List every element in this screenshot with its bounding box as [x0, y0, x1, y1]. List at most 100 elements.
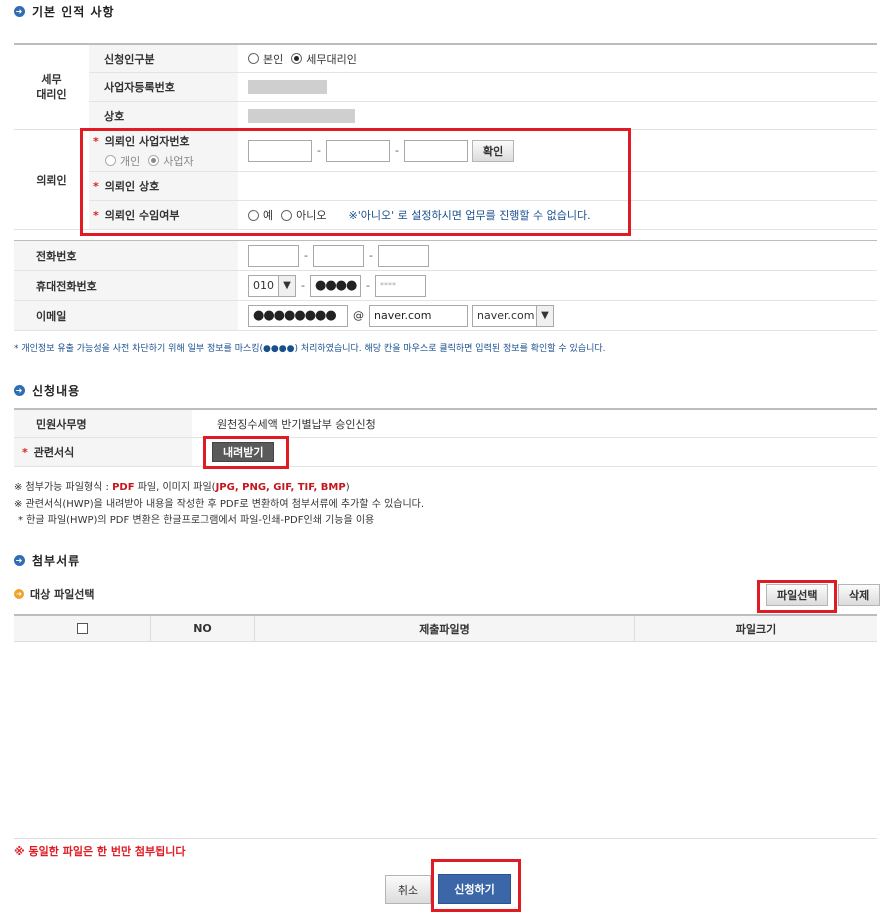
- client-name-row: * 의뢰인 상호: [89, 172, 877, 201]
- radio-business[interactable]: [148, 155, 160, 166]
- radio-self-label: 본인: [263, 52, 284, 66]
- section-title-request: ➜ 신청내용: [14, 384, 81, 398]
- client-bizno-row: * 의뢰인 사업자번호 개인 사업자 - - 확인: [89, 130, 877, 172]
- phone-inputs: - -: [248, 241, 429, 270]
- radio-no[interactable]: [281, 209, 293, 221]
- select-all-cell: [14, 616, 151, 641]
- client-consent-row: * 의뢰인 수임여부 예 아니오 ※'아니오' 로 설정하시면 업무를 진행할 수…: [89, 201, 877, 230]
- service-row: 민원사무명 원천징수세액 반기별납부 승인신청: [14, 410, 877, 438]
- phone-part2[interactable]: [312, 244, 364, 267]
- chevron-down-icon: ▼: [536, 305, 553, 326]
- email-at: @: [353, 309, 364, 322]
- service-value: 원천징수세액 반기별납부 승인신청: [217, 417, 376, 431]
- mobile-row: 휴대전화번호 010 ▼ - ●●●● - ****: [14, 271, 877, 301]
- phone-row: 전화번호 - -: [14, 241, 877, 271]
- email-select-value: naver.com: [477, 309, 535, 322]
- applicant-type-label: 신청인구분: [89, 45, 238, 72]
- note-line1-prefix: ※ 첨부가능 파일형식 :: [14, 482, 113, 493]
- mobile-inputs: 010 ▼ - ●●●● - ****: [248, 271, 426, 300]
- radio-yes[interactable]: [248, 209, 259, 221]
- client-bizno-part1[interactable]: [248, 139, 312, 162]
- dash-sep: -: [301, 279, 305, 292]
- privacy-note: * 개인정보 유출 가능성을 사전 차단하기 위해 일부 정보를 마스킹(●●●…: [14, 344, 606, 354]
- select-all-checkbox[interactable]: [76, 623, 88, 634]
- radio-business-label: 사업자: [163, 154, 194, 168]
- form-label: * 관련서식: [14, 438, 192, 466]
- radio-personal-label: 개인: [120, 154, 141, 168]
- agent-name-label: 상호: [89, 102, 238, 129]
- masked-agent-name: [248, 108, 355, 123]
- radio-no-label: 아니오: [296, 209, 327, 222]
- phone-part3[interactable]: [377, 244, 429, 267]
- col-filename: 제출파일명: [255, 616, 635, 641]
- agent-name-row: 상호: [89, 102, 877, 130]
- arrow-circle-icon: ➜: [14, 385, 25, 396]
- attach-subtitle: ➜ 대상 파일선택: [14, 586, 95, 602]
- service-label: 민원사무명: [14, 410, 192, 437]
- note-line3: * 한글 파일(HWP)의 PDF 변환은 한글프로그램에서 파일-인쇄-PDF…: [18, 515, 375, 526]
- dash-sep: -: [368, 249, 373, 262]
- agent-bizno-label: 사업자등록번호: [89, 73, 238, 101]
- client-consent-options: 예 아니오 ※'아니오' 로 설정하시면 업무를 진행할 수 없습니다.: [248, 201, 591, 229]
- client-bizno-inputs: - - 확인: [248, 130, 515, 171]
- note-line1-end: ): [345, 482, 350, 493]
- confirm-button[interactable]: 확인: [471, 139, 515, 162]
- client-bizno-part3[interactable]: [403, 139, 468, 162]
- client-consent-label: * 의뢰인 수임여부: [89, 201, 238, 229]
- mobile-label: 휴대전화번호: [14, 271, 238, 300]
- client-bizno-label: * 의뢰인 사업자번호: [93, 134, 190, 148]
- email-label: 이메일: [14, 301, 238, 330]
- dash-sep: -: [394, 144, 399, 157]
- arrow-circle-icon: ➜: [14, 589, 24, 599]
- phone-part1[interactable]: [248, 244, 299, 267]
- radio-agent-label: 세무대리인: [306, 52, 357, 66]
- col-filesize: 파일크기: [735, 622, 777, 636]
- client-type-options: 개인 사업자: [93, 153, 194, 169]
- radio-agent[interactable]: [291, 53, 303, 64]
- delete-button[interactable]: 삭제: [838, 584, 881, 606]
- mobile-mid-input[interactable]: ●●●●: [309, 274, 361, 297]
- attach-subtitle-text: 대상 파일선택: [30, 588, 95, 601]
- col-no: NO: [151, 616, 255, 641]
- email-id-input[interactable]: ●●●●●●●●: [248, 304, 348, 327]
- email-domain-input[interactable]: naver.com: [369, 304, 468, 327]
- client-group-label: 의뢰인: [14, 130, 89, 230]
- arrow-circle-icon: ➜: [14, 6, 25, 17]
- section-title-basic: ➜ 기본 인적 사항: [14, 5, 115, 19]
- mobile-prefix-value: 010: [253, 279, 274, 292]
- arrow-circle-icon: ➜: [14, 555, 25, 566]
- file-list-bottom-border: [14, 838, 877, 839]
- dash-sep: -: [317, 144, 321, 157]
- email-domain-select[interactable]: naver.com ▼: [472, 304, 554, 327]
- agent-bizno-value: [248, 73, 327, 101]
- form-row: * 관련서식 내려받기: [14, 438, 877, 467]
- client-bizno-label-cell: * 의뢰인 사업자번호 개인 사업자: [89, 130, 238, 171]
- submit-button[interactable]: 신청하기: [438, 874, 511, 904]
- agent-bizno-row: 사업자등록번호: [89, 73, 877, 102]
- consent-note: ※'아니오' 로 설정하시면 업무를 진행할 수 없습니다.: [348, 209, 591, 222]
- email-row: 이메일 ●●●●●●●● @ naver.com naver.com ▼: [14, 301, 877, 331]
- applicant-type-row: 신청인구분 본인 세무대리인: [89, 45, 877, 73]
- form-value: 내려받기: [212, 438, 275, 466]
- agent-name-value: [248, 102, 355, 129]
- download-button[interactable]: 내려받기: [212, 442, 275, 462]
- section-title-attach: ➜ 첨부서류: [14, 554, 81, 568]
- applicant-type-options: 본인 세무대리인: [248, 45, 357, 72]
- client-name-label: * 의뢰인 상호: [89, 172, 238, 200]
- radio-self[interactable]: [248, 53, 259, 64]
- mobile-last-input[interactable]: ****: [374, 274, 426, 297]
- duplicate-warning: ※ 동일한 파일은 한 번만 첨부됩니다: [14, 845, 186, 858]
- radio-yes-label: 예: [263, 209, 274, 222]
- dash-sep: -: [365, 279, 370, 292]
- phone-label: 전화번호: [14, 241, 238, 270]
- mobile-prefix-select[interactable]: 010 ▼: [248, 274, 296, 297]
- note-line2: ※ 관련서식(HWP)을 내려받아 내용을 작성한 후 PDF로 변환하여 첨부…: [14, 499, 425, 510]
- client-bizno-part2[interactable]: [325, 139, 390, 162]
- file-select-button[interactable]: 파일선택: [766, 584, 829, 606]
- radio-personal[interactable]: [105, 155, 116, 166]
- file-table-header: NO 제출파일명 파일크기: [14, 614, 877, 642]
- chevron-down-icon: ▼: [278, 275, 295, 296]
- masked-bizno: [248, 80, 327, 94]
- cancel-button[interactable]: 취소: [385, 875, 431, 904]
- agent-group-label: 세무 대리인: [14, 45, 89, 130]
